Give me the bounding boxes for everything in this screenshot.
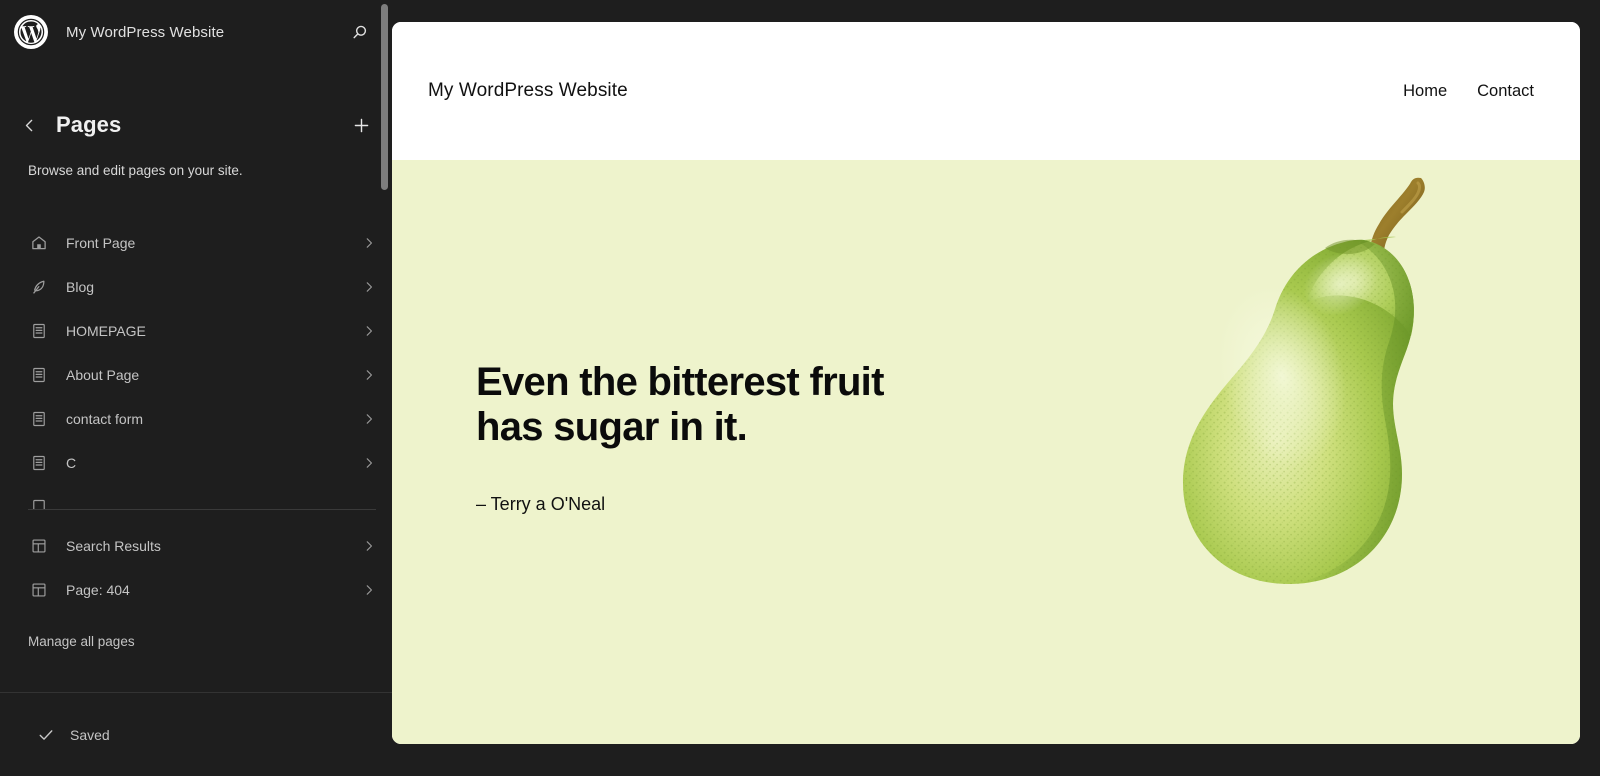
sidebar-item-label: About Page	[66, 366, 140, 383]
sidebar-header: My WordPress Website	[0, 0, 392, 64]
chevron-right-icon	[362, 539, 376, 553]
sidebar-item-label: contact form	[66, 410, 144, 427]
sidebar-item-front-page[interactable]: Front Page	[0, 221, 392, 265]
preview-site-header: My WordPress Website Home Contact	[392, 22, 1580, 160]
hero-text-block: Even the bitterest fruit has sugar in it…	[476, 360, 956, 515]
hero-quote: Even the bitterest fruit has sugar in it…	[476, 360, 956, 450]
hero-quote-line-1: Even the bitterest fruit	[476, 360, 884, 404]
chevron-right-icon	[362, 368, 376, 382]
sidebar-footer: Saved	[0, 692, 392, 776]
chevron-right-icon	[362, 324, 376, 338]
site-preview-frame[interactable]: My WordPress Website Home Contact Even t…	[392, 22, 1580, 744]
sidebar-item-contact-form[interactable]: contact form	[0, 397, 392, 441]
chevron-right-icon	[362, 456, 376, 470]
sidebar-item-label: C	[66, 454, 77, 471]
sidebar-scrollbar[interactable]	[381, 4, 388, 190]
editor-sidebar: My WordPress Website Pages Browse and ed…	[0, 0, 392, 776]
page-icon	[28, 496, 50, 509]
templates-list: Search Results Page: 404	[0, 524, 392, 612]
sidebar-item-page-404[interactable]: Page: 404	[0, 568, 392, 612]
nav-link-contact[interactable]: Contact	[1477, 82, 1534, 101]
clipped-list-item	[0, 485, 392, 509]
preview-site-brand: My WordPress Website	[428, 80, 628, 101]
sidebar-item-c[interactable]: C	[0, 441, 392, 485]
plus-icon[interactable]	[346, 110, 376, 140]
status-badge: Saved	[70, 726, 110, 743]
chevron-left-icon[interactable]	[14, 110, 44, 140]
pages-list: Front Page Blog HOMEPAGE About Page cont…	[0, 221, 392, 509]
chevron-right-icon	[362, 583, 376, 597]
sidebar-item-blog[interactable]: Blog	[0, 265, 392, 309]
chevron-right-icon	[362, 412, 376, 426]
check-icon	[36, 725, 56, 745]
sidebar-item-label: HOMEPAGE	[66, 322, 146, 339]
template-icon	[28, 579, 50, 601]
sidebar-item-label: Search Results	[66, 537, 161, 554]
quill-icon	[28, 276, 50, 298]
list-divider	[28, 508, 376, 510]
sidebar-item-label: Page: 404	[66, 581, 130, 598]
sidebar-item-label: Blog	[66, 278, 95, 295]
chevron-right-icon	[362, 280, 376, 294]
page-icon	[28, 364, 50, 386]
page-title: Pages	[56, 112, 122, 137]
hero-quote-line-2: has sugar in it.	[476, 404, 748, 449]
nav-link-home[interactable]: Home	[1403, 82, 1447, 101]
page-icon	[28, 408, 50, 430]
sidebar-item-homepage[interactable]: HOMEPAGE	[0, 309, 392, 353]
hero-section: Even the bitterest fruit has sugar in it…	[392, 160, 1580, 744]
chevron-right-icon	[362, 236, 376, 250]
page-icon	[28, 320, 50, 342]
pages-panel-header: Pages	[0, 102, 392, 148]
panel-description: Browse and edit pages on your site.	[28, 163, 243, 178]
sidebar-item-label: Front Page	[66, 234, 136, 251]
template-icon	[28, 535, 50, 557]
manage-all-pages-link[interactable]: Manage all pages	[0, 634, 392, 649]
search-icon[interactable]	[342, 15, 376, 49]
wordpress-site-editor: My WordPress Website Pages Browse and ed…	[0, 0, 1600, 776]
sidebar-item-about-page[interactable]: About Page	[0, 353, 392, 397]
pear-illustration	[1132, 166, 1462, 596]
hero-attribution: – Terry a O'Neal	[476, 493, 606, 514]
sidebar-site-title: My WordPress Website	[66, 23, 225, 41]
wordpress-logo-icon[interactable]	[14, 15, 48, 49]
preview-site-nav: Home Contact	[1403, 82, 1534, 101]
sidebar-item-search-results[interactable]: Search Results	[0, 524, 392, 568]
page-icon	[28, 452, 50, 474]
home-icon	[28, 232, 50, 254]
